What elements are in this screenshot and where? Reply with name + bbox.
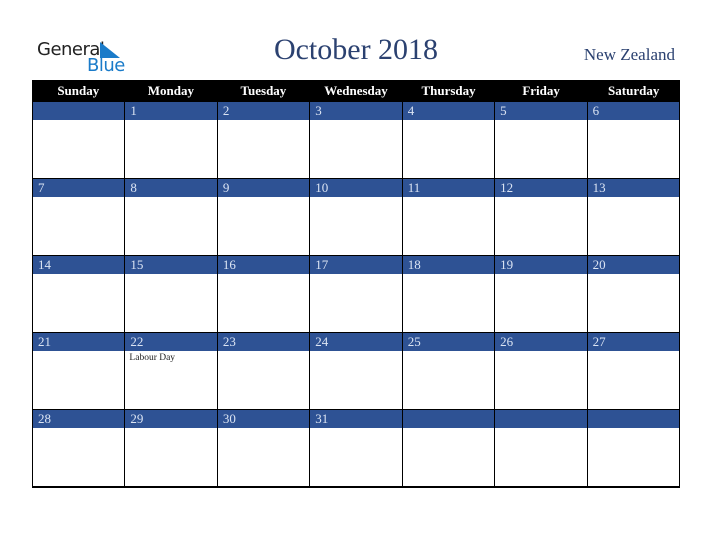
weekday-saturday: Saturday xyxy=(608,83,660,98)
day-cell[interactable] xyxy=(495,409,588,486)
day-number: 6 xyxy=(587,102,679,120)
day-cell[interactable]: 9 xyxy=(217,178,311,255)
day-cell[interactable]: 19 xyxy=(495,255,588,332)
day-number: 5 xyxy=(495,102,587,120)
day-cell[interactable] xyxy=(33,101,126,178)
day-cell[interactable]: 21 xyxy=(33,332,126,409)
day-number: 17 xyxy=(310,256,402,274)
calendar-grid: Sunday Monday Tuesday Wednesday Thursday Frid… xyxy=(32,80,680,488)
day-number: 19 xyxy=(495,256,587,274)
day-cell[interactable]: 31 xyxy=(310,409,403,486)
day-number: 27 xyxy=(587,333,679,351)
day-number xyxy=(587,410,679,428)
day-cell[interactable]: 11 xyxy=(402,178,496,255)
day-cell[interactable]: 5 xyxy=(495,101,588,178)
day-number: 15 xyxy=(125,256,217,274)
day-number: 28 xyxy=(33,410,125,428)
day-number: 1 xyxy=(125,102,217,120)
day-cell[interactable]: 23 xyxy=(217,332,311,409)
day-number xyxy=(495,410,587,428)
day-cell[interactable]: 8 xyxy=(125,178,218,255)
weekday-monday: Monday xyxy=(147,83,194,98)
day-cell[interactable]: 27 xyxy=(587,332,680,409)
day-number xyxy=(402,410,495,428)
day-number: 14 xyxy=(33,256,125,274)
day-cell[interactable]: 18 xyxy=(402,255,496,332)
day-number: 10 xyxy=(310,179,402,197)
day-cell[interactable]: 13 xyxy=(587,178,680,255)
day-cell[interactable]: 25 xyxy=(402,332,496,409)
country-label: New Zealand xyxy=(583,45,675,64)
day-number: 20 xyxy=(587,256,679,274)
day-number: 16 xyxy=(217,256,310,274)
day-number: 13 xyxy=(587,179,679,197)
day-number: 29 xyxy=(125,410,217,428)
day-number: 11 xyxy=(402,179,495,197)
day-cell[interactable]: 7 xyxy=(33,178,126,255)
day-cell[interactable]: 17 xyxy=(310,255,403,332)
holiday-event: Labour Day xyxy=(129,353,176,363)
day-cell[interactable]: 15 xyxy=(125,255,218,332)
day-number: 21 xyxy=(33,333,125,351)
day-number: 24 xyxy=(310,333,402,351)
weekday-wednesday: Wednesday xyxy=(324,83,388,98)
day-number: 12 xyxy=(495,179,587,197)
day-number: 26 xyxy=(495,333,587,351)
day-cell[interactable]: 29 xyxy=(125,409,218,486)
day-number: 3 xyxy=(310,102,402,120)
day-cell[interactable]: 3 xyxy=(310,101,403,178)
day-cell[interactable]: 28 xyxy=(33,409,126,486)
week-row: 28 29 30 31 xyxy=(32,409,680,488)
week-row: 123456 xyxy=(32,101,680,178)
weekday-tuesday: Tuesday xyxy=(240,83,287,98)
day-cell[interactable]: 20 xyxy=(587,255,680,332)
day-cell[interactable]: 1 xyxy=(125,101,218,178)
day-cell[interactable]: 14 xyxy=(33,255,126,332)
day-cell[interactable]: 6 xyxy=(587,101,680,178)
day-cell[interactable]: 30 xyxy=(217,409,311,486)
day-cell[interactable]: 10 xyxy=(310,178,403,255)
day-number: 18 xyxy=(402,256,495,274)
week-row: 14 15 16 17 18 19 20 xyxy=(32,255,680,332)
day-number: 8 xyxy=(125,179,217,197)
week-row: 21 22 Labour Day 23 24 25 26 27 xyxy=(32,332,680,409)
day-number: 9 xyxy=(217,179,310,197)
day-cell[interactable]: 16 xyxy=(217,255,311,332)
day-number: 30 xyxy=(217,410,310,428)
day-cell[interactable] xyxy=(402,409,496,486)
week-row: 7 8 9 10 11 12 13 xyxy=(32,178,680,255)
calendar-weeks: 1 2 3 4 5 6 7 8 9 10 11 12 13 14 15 16 17 18 19 20 21 22 Labou… xyxy=(32,101,680,488)
day-cell[interactable] xyxy=(587,409,680,486)
day-number: 31 xyxy=(310,410,402,428)
weekday-thursday: Thursday xyxy=(421,83,476,98)
day-number: 25 xyxy=(402,333,495,351)
day-number: 2 xyxy=(217,102,310,120)
day-cell[interactable]: 4 xyxy=(402,101,496,178)
day-number: 7 xyxy=(33,179,125,197)
day-cell[interactable]: 26 xyxy=(495,332,588,409)
day-number xyxy=(33,102,125,120)
day-number: 4 xyxy=(402,102,495,120)
day-number: 22 xyxy=(125,333,217,351)
weekday-sunday: Sunday xyxy=(57,83,100,98)
day-cell[interactable]: 12 xyxy=(495,178,588,255)
weekday-header-row: Sunday Monday Tuesday Wednesday Thursday Frid… xyxy=(32,80,680,101)
day-cell[interactable]: 24 xyxy=(310,332,403,409)
day-cell[interactable]: 2 xyxy=(217,101,311,178)
day-number: 23 xyxy=(217,333,310,351)
weekday-friday: Friday xyxy=(522,83,560,98)
day-cell[interactable]: 22 Labour Day xyxy=(125,332,218,409)
